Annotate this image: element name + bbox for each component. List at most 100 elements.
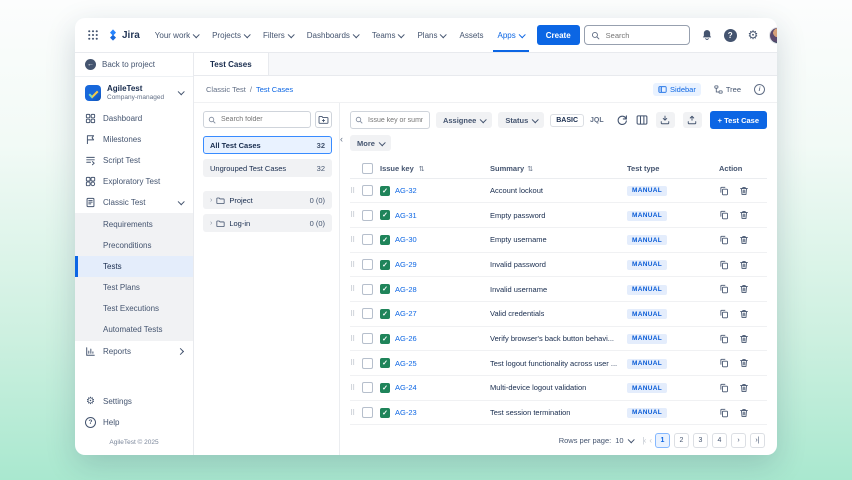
last-page-icon[interactable]: ›| [750, 433, 765, 448]
sidebar-item-exploratory-test[interactable]: Exploratory Test [75, 171, 193, 192]
nav-item-apps[interactable]: Apps [493, 18, 529, 52]
issue-key-header[interactable]: Issue key [380, 164, 414, 173]
drag-handle-icon[interactable]: ⠿ [350, 187, 362, 195]
trash-icon[interactable] [739, 260, 749, 270]
sidebar-item-settings[interactable]: ⚙ Settings [75, 391, 193, 412]
row-summary[interactable]: Test logout functionality across user ..… [490, 359, 617, 368]
expand-chevron-icon[interactable]: › [210, 220, 212, 227]
copy-icon[interactable] [719, 210, 729, 220]
create-button[interactable]: Create [537, 25, 580, 45]
folder-project[interactable]: › Project 0 (0) [203, 191, 332, 209]
page-button-1[interactable]: 1 [655, 433, 670, 448]
trash-icon[interactable] [739, 408, 749, 418]
copy-icon[interactable] [719, 284, 729, 294]
copy-icon[interactable] [719, 383, 729, 393]
drag-handle-icon[interactable]: ⠿ [350, 285, 362, 293]
prev-page-icon[interactable]: ‹ [649, 436, 651, 445]
columns-icon[interactable] [636, 114, 648, 126]
import-button[interactable] [656, 112, 675, 128]
status-filter[interactable]: Status [498, 112, 544, 128]
trash-icon[interactable] [739, 235, 749, 245]
row-summary[interactable]: Empty username [490, 235, 547, 244]
drag-handle-icon[interactable]: ⠿ [350, 211, 362, 219]
issue-key-link[interactable]: AG-25 [395, 359, 417, 368]
tab-test-cases[interactable]: Test Cases [194, 53, 269, 75]
row-checkbox[interactable] [362, 407, 373, 418]
page-button-4[interactable]: 4 [712, 433, 727, 448]
row-checkbox[interactable] [362, 259, 373, 270]
issue-key-link[interactable]: AG-27 [395, 309, 417, 318]
drag-handle-icon[interactable]: ⠿ [350, 236, 362, 244]
folder-log-in[interactable]: › Log-in 0 (0) [203, 214, 332, 232]
sidebar-item-test-plans[interactable]: Test Plans [75, 277, 193, 298]
drag-handle-icon[interactable]: ⠿ [350, 359, 362, 367]
row-summary[interactable]: Invalid password [490, 260, 546, 269]
basic-mode-button[interactable]: BASIC [550, 114, 584, 127]
sidebar-toggle[interactable]: Sidebar [653, 83, 701, 96]
trash-icon[interactable] [739, 210, 749, 220]
export-button[interactable] [683, 112, 702, 128]
summary-header[interactable]: Summary [490, 164, 524, 173]
nav-item-teams[interactable]: Teams [367, 18, 409, 52]
page-button-3[interactable]: 3 [693, 433, 708, 448]
trash-icon[interactable] [739, 358, 749, 368]
row-summary[interactable]: Multi-device logout validation [490, 383, 586, 392]
row-checkbox[interactable] [362, 210, 373, 221]
more-filters[interactable]: More [350, 135, 391, 151]
nav-item-your-work[interactable]: Your work [150, 18, 203, 52]
issue-key-link[interactable]: AG-28 [395, 285, 417, 294]
folder-search-input[interactable] [219, 115, 306, 124]
trash-icon[interactable] [739, 309, 749, 319]
nav-item-projects[interactable]: Projects [207, 18, 254, 52]
drag-handle-icon[interactable]: ⠿ [350, 310, 362, 318]
project-selector[interactable]: AgileTest Company-managed [75, 77, 193, 108]
copy-icon[interactable] [719, 235, 729, 245]
copy-icon[interactable] [719, 334, 729, 344]
trash-icon[interactable] [739, 334, 749, 344]
issue-key-link[interactable]: AG-24 [395, 383, 417, 392]
notifications-bell-icon[interactable] [699, 27, 715, 43]
row-summary[interactable]: Empty password [490, 211, 545, 220]
sidebar-item-tests[interactable]: Tests [75, 256, 193, 277]
nav-item-dashboards[interactable]: Dashboards [302, 18, 363, 52]
row-checkbox[interactable] [362, 333, 373, 344]
first-page-icon[interactable]: |‹ [643, 436, 646, 445]
sidebar-item-classic-test[interactable]: Classic Test [75, 192, 193, 213]
help-icon[interactable]: ? [724, 29, 737, 42]
global-search[interactable] [584, 25, 690, 45]
sidebar-item-dashboard[interactable]: Dashboard [75, 108, 193, 129]
row-summary[interactable]: Invalid username [490, 285, 547, 294]
sidebar-item-script-test[interactable]: Script Test [75, 150, 193, 171]
drag-handle-icon[interactable]: ⠿ [350, 384, 362, 392]
jql-mode-button[interactable]: JQL [586, 115, 608, 126]
issue-key-link[interactable]: AG-26 [395, 334, 417, 343]
panel-collapse-icon[interactable]: ‹ [340, 135, 343, 144]
issue-key-link[interactable]: AG-23 [395, 408, 417, 417]
settings-gear-icon[interactable]: ⚙ [746, 27, 761, 43]
jira-logo[interactable]: Jira [107, 29, 140, 41]
expand-chevron-icon[interactable]: › [210, 197, 212, 204]
back-to-project[interactable]: ← Back to project [75, 53, 193, 77]
sidebar-item-help[interactable]: ? Help [75, 412, 193, 433]
row-summary[interactable]: Verify browser's back button behavi... [490, 334, 614, 343]
create-test-case-button[interactable]: + Test Case [710, 111, 767, 129]
row-summary[interactable]: Valid credentials [490, 309, 544, 318]
copy-icon[interactable] [719, 309, 729, 319]
row-checkbox[interactable] [362, 382, 373, 393]
rows-per-page-select[interactable]: Rows per page: 10 [559, 436, 633, 445]
nav-item-filters[interactable]: Filters [258, 18, 298, 52]
issue-key-link[interactable]: AG-29 [395, 260, 417, 269]
issue-filter-input[interactable] [366, 116, 425, 125]
sidebar-item-automated-tests[interactable]: Automated Tests [75, 319, 193, 340]
copy-icon[interactable] [719, 260, 729, 270]
nav-item-plans[interactable]: Plans [412, 18, 450, 52]
drag-handle-icon[interactable]: ⠿ [350, 261, 362, 269]
row-summary[interactable]: Account lockout [490, 186, 543, 195]
sidebar-item-reports[interactable]: Reports [75, 341, 193, 362]
sidebar-item-milestones[interactable]: Milestones [75, 129, 193, 150]
sidebar-item-test-executions[interactable]: Test Executions [75, 298, 193, 319]
folder-search[interactable] [203, 111, 311, 128]
global-search-input[interactable] [604, 30, 683, 41]
drag-handle-icon[interactable]: ⠿ [350, 409, 362, 417]
nav-item-assets[interactable]: Assets [454, 18, 488, 52]
